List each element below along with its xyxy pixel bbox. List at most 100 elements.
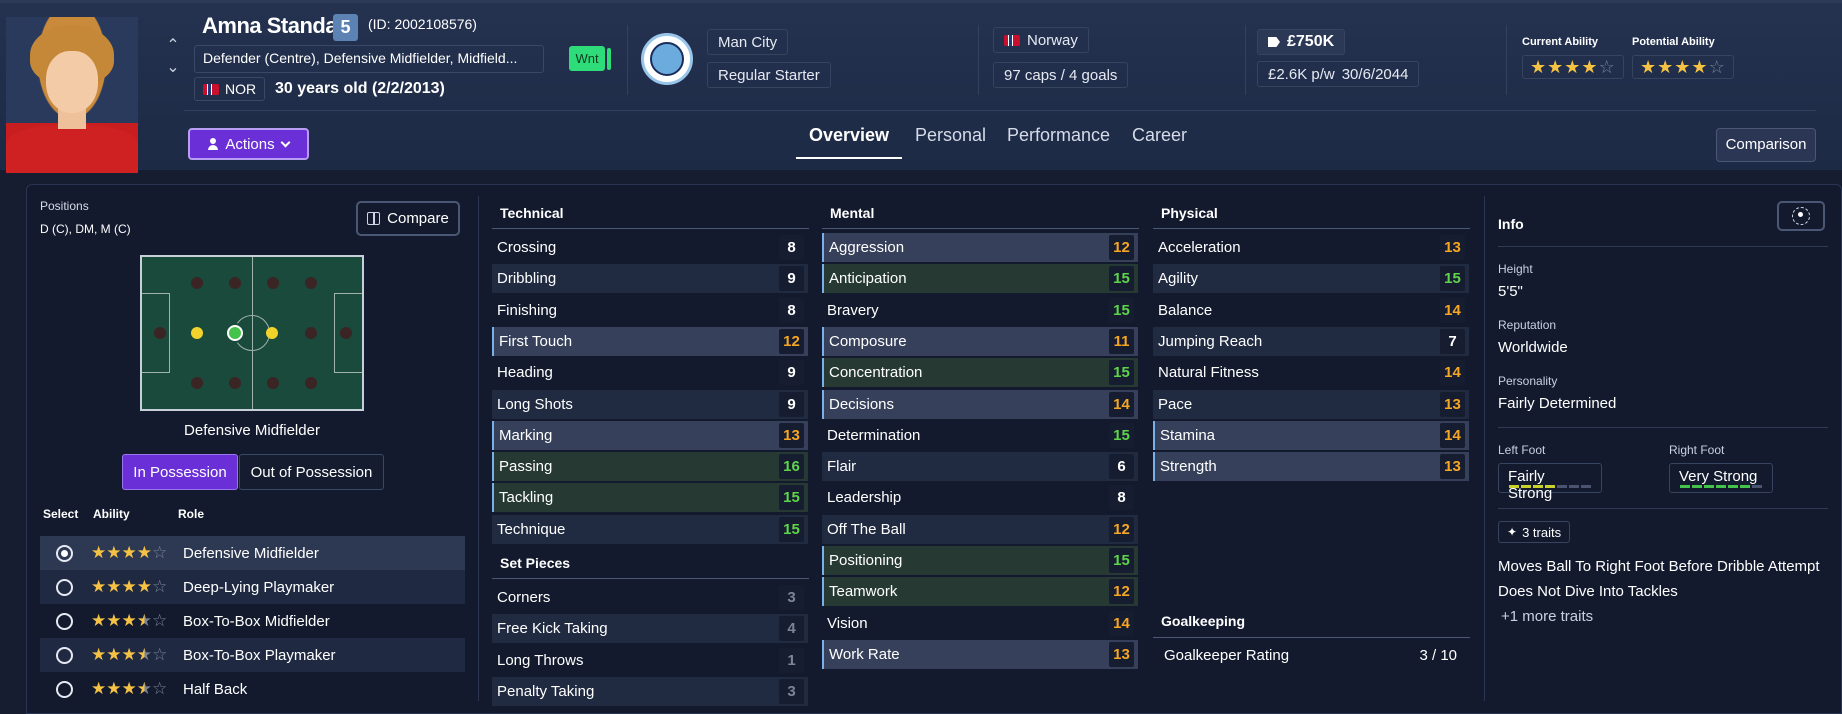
divider (627, 25, 628, 95)
attribute-row[interactable]: Vision 14 (822, 609, 1138, 638)
compare-button[interactable]: Compare (356, 201, 460, 236)
attribute-row[interactable]: Free Kick Taking 4 (492, 614, 808, 644)
chevron-down-icon[interactable]: ⌄ (166, 60, 180, 76)
attribute-row[interactable]: Crossing 8 (492, 233, 808, 262)
goalkeeper-rating-row[interactable]: Goalkeeper Rating 3 / 10 (1157, 641, 1467, 670)
attribute-row[interactable]: Teamwork 12 (822, 577, 1138, 607)
left-foot-bar (1509, 485, 1591, 488)
pitch-position-dot[interactable] (340, 327, 352, 339)
potential-ability-label: Potential Ability (1632, 36, 1715, 48)
attribute-row[interactable]: Aggression 12 (822, 233, 1138, 262)
more-traits-link[interactable]: +1 more traits (1501, 608, 1593, 625)
attribute-row[interactable]: Composure 11 (822, 326, 1138, 356)
attribute-name: Determination (827, 426, 921, 444)
attribute-value: 15 (779, 516, 804, 542)
personality-label: Personality (1498, 374, 1558, 388)
role-radio[interactable] (56, 544, 73, 562)
nation-name: Norway (1027, 31, 1078, 49)
attribute-row[interactable]: Finishing 8 (492, 296, 808, 325)
pitch-position-dot[interactable] (305, 377, 317, 389)
club-name[interactable]: Man City (707, 29, 789, 55)
attribute-row[interactable]: First Touch 12 (492, 326, 808, 356)
pitch-position-dot-accomplished[interactable] (191, 327, 203, 339)
attribute-row[interactable]: Long Shots 9 (492, 389, 808, 419)
pitch-position-dot[interactable] (191, 277, 203, 289)
pitch-position-dot[interactable] (267, 277, 279, 289)
tab-overview[interactable]: Overview (809, 125, 889, 146)
position-pitch[interactable] (140, 255, 364, 411)
role-name: Defensive Midfielder (183, 544, 319, 562)
goalkeeper-rating-value: 3 / 10 (1419, 647, 1457, 664)
actions-button[interactable]: Actions (188, 128, 309, 160)
attribute-row[interactable]: Decisions 14 (822, 389, 1138, 419)
role-row[interactable]: ★★★★☆ Box-To-Box Playmaker (40, 638, 465, 672)
attribute-row[interactable]: Work Rate 13 (822, 639, 1138, 669)
attribute-row[interactable]: Passing 16 (492, 452, 808, 482)
attribute-row[interactable]: Tackling 15 (492, 483, 808, 513)
positions-value: D (C), DM, M (C) (40, 222, 131, 236)
attribute-row[interactable]: Stamina 14 (1153, 420, 1469, 450)
pitch-position-dot[interactable] (191, 377, 203, 389)
attribute-row[interactable]: Positioning 15 (822, 546, 1138, 575)
attribute-row[interactable]: Jumping Reach 7 (1153, 326, 1469, 356)
club-crest-icon[interactable] (641, 33, 693, 85)
role-radio[interactable] (56, 612, 73, 630)
nationality-chip[interactable]: NOR (194, 77, 266, 101)
attribute-name: Composure (829, 332, 907, 350)
attribute-row[interactable]: Leadership 8 (822, 483, 1138, 512)
attribute-row[interactable]: Dribbling 9 (492, 264, 808, 294)
role-radio[interactable] (56, 578, 73, 596)
pitch-position-dot-selected[interactable] (227, 325, 243, 341)
attribute-row[interactable]: Natural Fitness 14 (1153, 358, 1469, 387)
attribute-row[interactable]: Agility 15 (1153, 264, 1469, 294)
attribute-row[interactable]: Acceleration 13 (1153, 233, 1469, 262)
pitch-position-dot[interactable] (267, 377, 279, 389)
pitch-position-dot[interactable] (229, 277, 241, 289)
attribute-row[interactable]: Corners 3 (492, 583, 808, 612)
attribute-row[interactable]: Technique 15 (492, 514, 808, 544)
attribute-row[interactable]: Pace 13 (1153, 389, 1469, 419)
comparison-button[interactable]: Comparison (1716, 128, 1816, 162)
attribute-row[interactable]: Flair 6 (822, 452, 1138, 482)
attribute-row[interactable]: Heading 9 (492, 358, 808, 387)
attribute-row[interactable]: Balance 14 (1153, 296, 1469, 325)
role-row[interactable]: ★★★★☆ Defensive Midfielder (40, 536, 465, 570)
divider (978, 25, 979, 95)
attribute-row[interactable]: Determination 15 (822, 421, 1138, 450)
attribute-value: 12 (1109, 516, 1134, 542)
attribute-row[interactable]: Concentration 15 (822, 358, 1138, 388)
attribute-value: 15 (1109, 266, 1134, 292)
role-row[interactable]: ★★★★☆ Deep-Lying Playmaker (40, 570, 465, 604)
personality-view-button[interactable] (1777, 201, 1825, 231)
pitch-position-dot[interactable] (229, 377, 241, 389)
role-row[interactable]: ★★★★☆ Box-To-Box Midfielder (40, 604, 465, 638)
in-possession-toggle[interactable]: In Possession (122, 454, 238, 490)
attribute-row[interactable]: Penalty Taking 3 (492, 676, 808, 706)
pitch-position-dot[interactable] (305, 277, 317, 289)
pitch-position-dot[interactable] (154, 327, 166, 339)
tab-performance[interactable]: Performance (1007, 125, 1110, 146)
traits-count-chip[interactable]: ✦ 3 traits (1498, 521, 1571, 543)
pitch-position-dot-accomplished[interactable] (266, 327, 278, 339)
status-badge[interactable]: Wnt (569, 46, 605, 71)
current-ability-label: Current Ability (1522, 36, 1598, 48)
attribute-row[interactable]: Marking 13 (492, 420, 808, 450)
tab-personal[interactable]: Personal (915, 125, 986, 146)
attribute-row[interactable]: Off The Ball 12 (822, 514, 1138, 544)
tab-career[interactable]: Career (1132, 125, 1187, 146)
current-ability-stars: ★★★★☆ (1522, 55, 1624, 79)
attribute-row[interactable]: Anticipation 15 (822, 264, 1138, 294)
chevron-up-icon[interactable]: ⌃ (166, 38, 180, 54)
attribute-value: 12 (779, 328, 804, 354)
role-radio[interactable] (56, 646, 73, 664)
nation-chip[interactable]: Norway (993, 27, 1089, 53)
out-of-possession-toggle[interactable]: Out of Possession (239, 454, 384, 490)
role-radio[interactable] (56, 680, 73, 698)
attribute-row[interactable]: Strength 13 (1153, 452, 1469, 482)
role-row[interactable]: ★★★★☆ Half Back (40, 672, 465, 706)
pitch-position-dot[interactable] (305, 327, 317, 339)
attribute-name: Aggression (829, 239, 905, 256)
player-value: £750K (1257, 29, 1346, 55)
attribute-row[interactable]: Bravery 15 (822, 296, 1138, 325)
attribute-row[interactable]: Long Throws 1 (492, 646, 808, 675)
